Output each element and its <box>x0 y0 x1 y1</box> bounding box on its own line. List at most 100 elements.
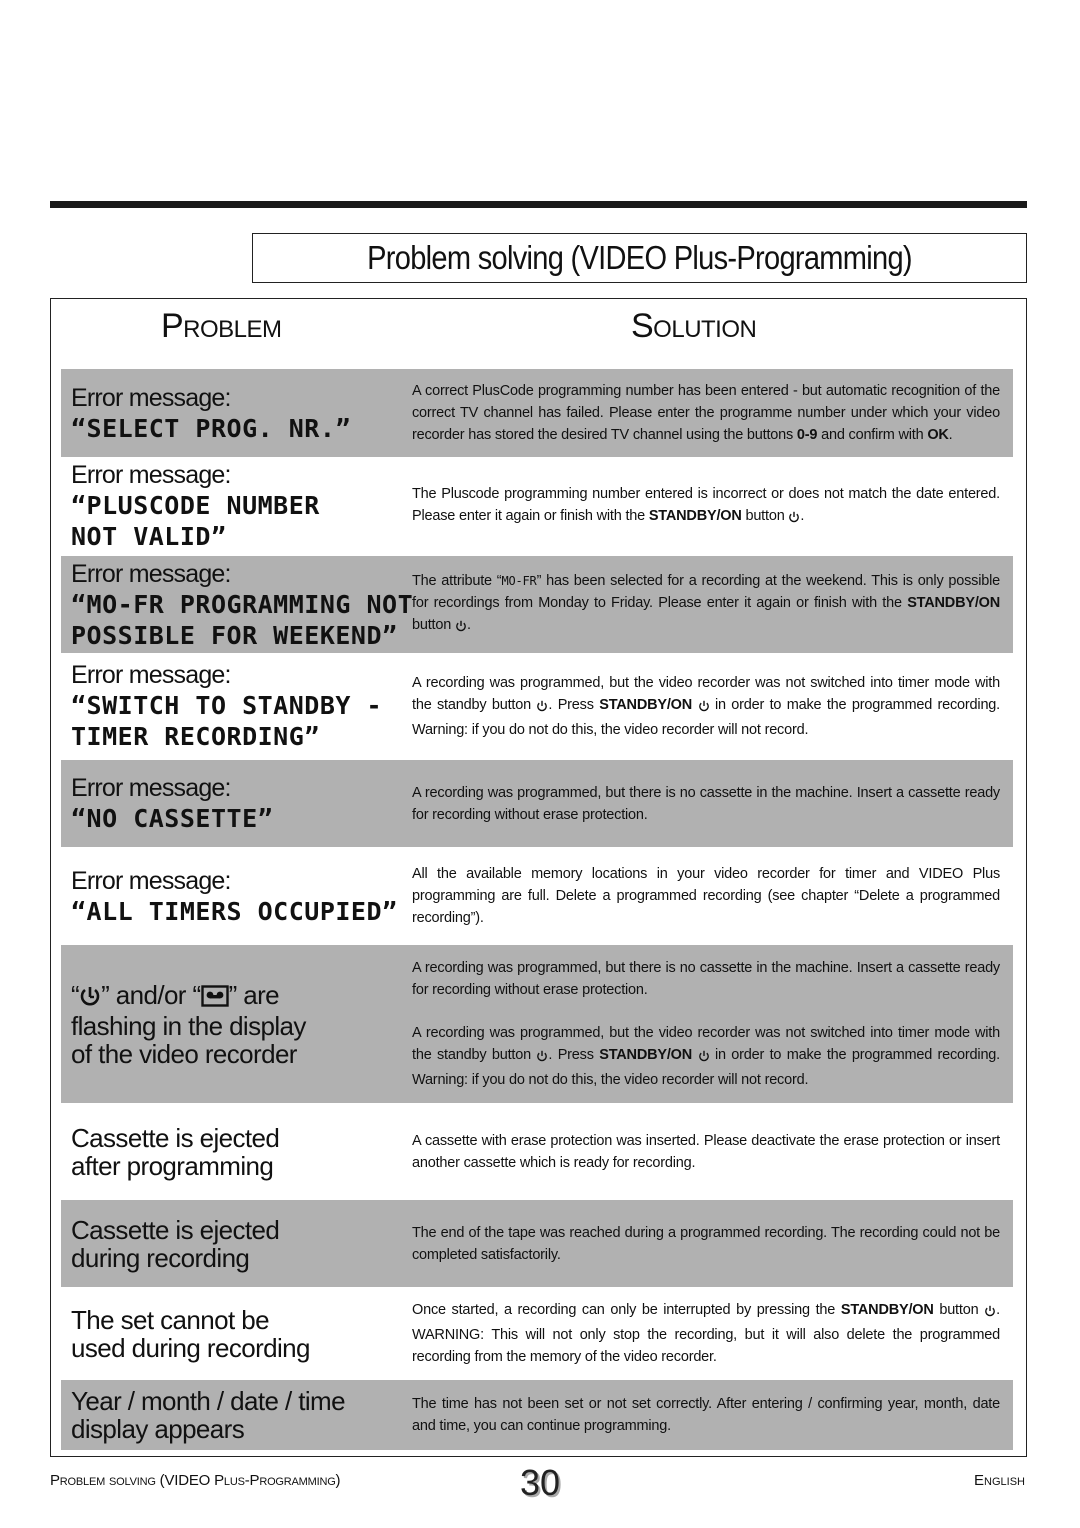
solution-text: All the available memory locations in yo… <box>412 866 1000 926</box>
solution-text: A recording was programmed, but there is… <box>412 960 1000 998</box>
error-message-label: Error message: <box>71 383 231 412</box>
button-name: 0-9 <box>796 427 818 443</box>
problem-cell: Error message: “ALL TIMERS OCCUPIED” <box>61 847 404 945</box>
solution-text: The end of the tape was reached during a… <box>412 1224 1000 1263</box>
problem-text: Cassette is ejected <box>71 1214 280 1245</box>
problem-text: flashing in the display <box>71 1010 306 1041</box>
problem-text: ” and/or “ <box>101 979 201 1010</box>
solution-cell: The time has not been set or not set cor… <box>404 1380 1004 1450</box>
power-icon <box>536 1047 548 1069</box>
solution-text: button <box>741 507 789 524</box>
footer-section-title: Problem solving (VIDEO Plus-Programming) <box>50 1472 341 1489</box>
error-message-label: Error message: <box>71 661 231 689</box>
problem-cell: The set cannot be used during recording <box>61 1287 404 1380</box>
table-row: Error message: “NO CASSETTE” A recording w… <box>61 760 1013 847</box>
power-icon <box>788 508 800 530</box>
solution-paragraph: The Pluscode programming number entered … <box>412 483 1000 530</box>
power-icon <box>698 1047 710 1069</box>
error-message-label: Error message: <box>71 866 231 895</box>
table-row: Cassette is ejected after programming A ca… <box>61 1103 1013 1200</box>
solution-cell: A recording was programmed, but the vide… <box>404 653 1004 759</box>
solution-text: button <box>933 1302 985 1318</box>
solution-cell: All the available memory locations in yo… <box>404 847 1004 945</box>
problem-cell: Error message: “NO CASSETTE” <box>61 760 404 847</box>
solution-cell: A correct PlusCode programming number ha… <box>404 369 1004 457</box>
problem-text: Year / month / date / time <box>71 1386 346 1416</box>
button-name: STANDBY/ON <box>648 507 742 524</box>
problem-text: of the video recorder <box>71 1038 297 1069</box>
solution-paragraph: A recording was programmed, but the vide… <box>412 1022 1000 1091</box>
power-icon <box>536 697 548 719</box>
error-message-label: Error message: <box>71 461 231 489</box>
footer-language: English <box>974 1472 1025 1489</box>
lcd-error-text: TIMER RECORDING” <box>71 722 320 751</box>
solution-text: . <box>800 507 805 524</box>
page-title-box: Problem solving (VIDEO Plus-Programming) <box>252 233 1027 283</box>
power-icon <box>984 1302 996 1324</box>
power-icon <box>455 617 467 639</box>
solution-paragraph: The end of the tape was reached during a… <box>412 1222 1000 1266</box>
problem-text: ” are <box>228 979 280 1010</box>
solution-cell: Once started, a recording can only be in… <box>404 1287 1004 1380</box>
page-footer: Problem solving (VIDEO Plus-Programming)… <box>50 1462 1025 1504</box>
table-row: “ ” and/or “ ” are flashing in the display o… <box>61 945 1013 1103</box>
table-row: Year / month / date / time display appear… <box>61 1380 1013 1450</box>
solution-cell: A recording was programmed, but there is… <box>404 945 1004 1103</box>
lcd-error-text: “SWITCH TO STANDBY - <box>71 691 383 720</box>
problem-cell: Error message: “PLUSCODE NUMBER NOT VALID” <box>61 457 404 555</box>
solution-cell: A cassette with erase protection was ins… <box>404 1103 1004 1200</box>
lcd-error-text: “ALL TIMERS OCCUPIED” <box>71 896 398 926</box>
top-rule <box>50 201 1027 208</box>
button-name: STANDBY/ON <box>840 1302 934 1318</box>
table-row: Error message: “MO-FR PROGRAMMING NOT POSS… <box>61 556 1013 653</box>
problem-text: “ ” and/or “ ” are <box>71 981 404 1012</box>
cassette-icon <box>200 984 229 1012</box>
solution-text: The attribute “ <box>412 573 502 589</box>
solution-paragraph: The attribute “MO-FR” has been selected … <box>412 570 1000 639</box>
solution-paragraph: Once started, a recording can only be in… <box>412 1299 1000 1368</box>
solution-text: A recording was programmed, but there is… <box>412 784 1000 823</box>
solution-text: . <box>466 617 471 633</box>
problem-cell: “ ” and/or “ ” are flashing in the display o… <box>61 945 404 1103</box>
table-row: Error message: “PLUSCODE NUMBER NOT VALID”… <box>61 457 1013 555</box>
solution-cell: The end of the tape was reached during a… <box>404 1200 1004 1287</box>
error-message-label: Error message: <box>71 559 231 588</box>
solution-text: A cassette with erase protection was ins… <box>412 1132 1000 1171</box>
problem-text: after programming <box>71 1150 274 1181</box>
page-number: 30 <box>520 1462 561 1503</box>
solution-cell: A recording was programmed, but there is… <box>404 760 1004 847</box>
timer-icon <box>79 984 101 1012</box>
table-row: Cassette is ejected during recording The e… <box>61 1200 1013 1287</box>
error-message-label: Error message: <box>71 774 231 802</box>
problem-cell: Year / month / date / time display appear… <box>61 1380 404 1450</box>
problem-text: display appears <box>71 1414 245 1444</box>
page-title: Problem solving (VIDEO Plus-Programming) <box>367 239 912 276</box>
solution-cell: The Pluscode programming number entered … <box>404 457 1004 555</box>
problem-text: “ <box>71 979 80 1010</box>
solution-text: . Press <box>548 696 600 713</box>
problem-text: Cassette is ejected <box>71 1122 280 1153</box>
solution-paragraph: A correct PlusCode programming number ha… <box>412 380 1000 446</box>
solution-cell: The attribute “MO-FR” has been selected … <box>404 556 1004 653</box>
table-row: Error message: “ALL TIMERS OCCUPIED” All t… <box>61 847 1013 945</box>
solution-text: and confirm with <box>817 427 928 443</box>
troubleshooting-table: Problem Solution Error message: “SELECT P… <box>50 298 1027 1457</box>
solution-paragraph: A cassette with erase protection was ins… <box>412 1130 1000 1174</box>
lcd-attribute: MO-FR <box>501 574 537 588</box>
lcd-error-text: “SELECT PROG. NR.” <box>71 413 351 443</box>
problem-text: used during recording <box>71 1332 311 1363</box>
problem-cell: Error message: “SWITCH TO STANDBY - TIMER … <box>61 653 404 759</box>
lcd-error-text: “NO CASSETTE” <box>71 804 274 833</box>
lcd-error-text: POSSIBLE FOR WEEKEND” <box>71 620 398 650</box>
solution-paragraph: The time has not been set or not set cor… <box>412 1393 1000 1437</box>
button-name: OK <box>927 427 949 443</box>
button-name: STANDBY/ON <box>599 1047 693 1063</box>
table-row: Error message: “SELECT PROG. NR.” A correc… <box>61 369 1013 457</box>
button-name: STANDBY/ON <box>907 595 1000 611</box>
lcd-error-text: “MO-FR PROGRAMMING NOT <box>71 589 414 619</box>
solution-text: The time has not been set or not set cor… <box>412 1396 1000 1434</box>
problem-cell: Cassette is ejected during recording <box>61 1200 404 1287</box>
problem-column-header: Problem <box>161 307 282 345</box>
table-row: Error message: “SWITCH TO STANDBY - TIMER … <box>61 653 1013 759</box>
power-icon <box>698 697 710 719</box>
